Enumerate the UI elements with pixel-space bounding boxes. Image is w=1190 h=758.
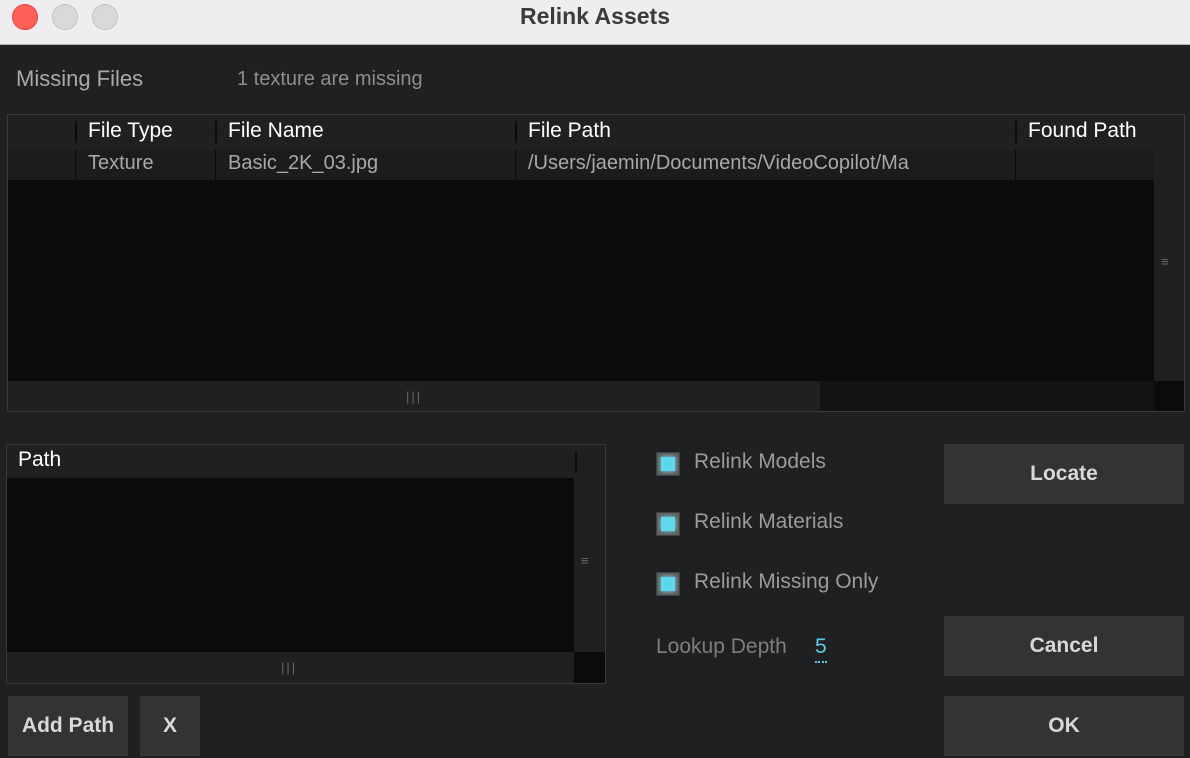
- horizontal-scrollbar[interactable]: |||: [7, 652, 574, 683]
- column-header-path[interactable]: Path: [18, 446, 61, 474]
- ok-button[interactable]: OK: [944, 696, 1184, 756]
- missing-count-text: 1 texture are missing: [237, 68, 423, 90]
- table-row[interactable]: Texture Basic_2K_03.jpg /Users/jaemin/Do…: [8, 149, 1154, 180]
- relink-missing-only-checkbox[interactable]: [656, 572, 680, 596]
- search-paths-list[interactable]: Path ≡ |||: [6, 444, 606, 684]
- table-header: File Type File Name File Path Found Path: [8, 115, 1184, 149]
- column-divider[interactable]: [75, 121, 77, 143]
- relink-missing-only-label[interactable]: Relink Missing Only: [694, 567, 878, 597]
- cell-file-type: Texture: [88, 152, 154, 174]
- cell-file-path: /Users/jaemin/Documents/VideoCopilot/Ma: [528, 152, 909, 174]
- column-header-file-path[interactable]: File Path: [528, 117, 611, 145]
- remove-path-button[interactable]: X: [140, 696, 200, 756]
- grip-lines-horizontal-icon[interactable]: |||: [406, 389, 422, 404]
- column-header-found-path[interactable]: Found Path: [1028, 117, 1137, 145]
- locate-button[interactable]: Locate: [944, 444, 1184, 504]
- checkbox-checked-icon: [661, 517, 675, 531]
- cancel-button[interactable]: Cancel: [944, 616, 1184, 676]
- cell-divider: [75, 149, 76, 180]
- vertical-scrollbar[interactable]: ≡: [574, 478, 605, 652]
- lookup-depth-field[interactable]: 5: [815, 633, 827, 663]
- add-path-button[interactable]: Add Path: [8, 696, 128, 756]
- relink-materials-label[interactable]: Relink Materials: [694, 507, 843, 537]
- title-bar: Relink Assets: [0, 0, 1190, 45]
- grip-lines-vertical-icon[interactable]: ≡: [581, 554, 597, 567]
- cell-divider: [515, 149, 516, 180]
- horizontal-scrollbar[interactable]: |||: [8, 381, 1154, 411]
- column-divider[interactable]: [215, 121, 217, 143]
- vertical-scrollbar[interactable]: ≡: [1154, 149, 1184, 381]
- horizontal-scrollbar-thumb[interactable]: |||: [8, 381, 820, 411]
- missing-files-label: Missing Files: [16, 66, 144, 91]
- cell-divider: [215, 149, 216, 180]
- lookup-depth-label: Lookup Depth: [656, 635, 787, 658]
- column-divider[interactable]: [1015, 121, 1017, 143]
- missing-files-table[interactable]: File Type File Name File Path Found Path…: [7, 114, 1185, 412]
- cell-file-name: Basic_2K_03.jpg: [228, 152, 379, 174]
- column-header-file-name[interactable]: File Name: [228, 117, 324, 145]
- column-divider[interactable]: [515, 121, 517, 143]
- grip-lines-horizontal-icon[interactable]: |||: [281, 660, 297, 675]
- table-header: Path: [7, 445, 605, 478]
- checkbox-checked-icon: [661, 577, 675, 591]
- column-header-file-type[interactable]: File Type: [88, 117, 173, 145]
- cell-divider: [1015, 149, 1016, 180]
- checkbox-checked-icon: [661, 457, 675, 471]
- window-title: Relink Assets: [520, 3, 670, 29]
- relink-materials-checkbox[interactable]: [656, 512, 680, 536]
- column-divider[interactable]: [575, 451, 577, 473]
- grip-lines-vertical-icon[interactable]: ≡: [1161, 255, 1177, 268]
- relink-models-label[interactable]: Relink Models: [694, 447, 826, 477]
- relink-models-checkbox[interactable]: [656, 452, 680, 476]
